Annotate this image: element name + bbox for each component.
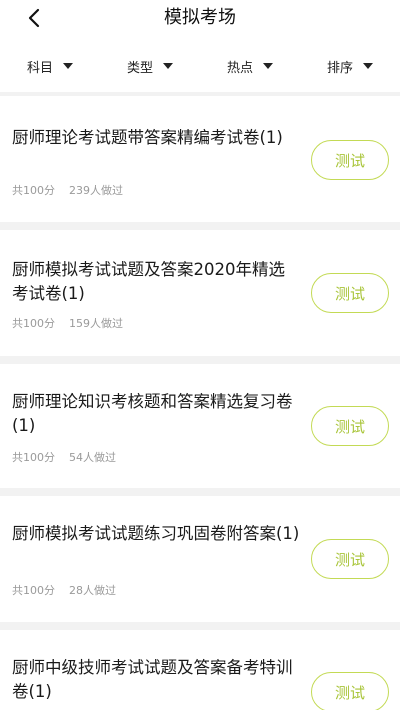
caret-down-icon (63, 63, 73, 69)
exam-taken-count: 28人做过 (69, 584, 116, 597)
exam-meta: 共100分 239人做过 (12, 182, 123, 198)
exam-taken-count: 159人做过 (69, 317, 123, 330)
filter-label: 排序 (326, 60, 353, 76)
exam-card[interactable]: 厨师中级技师考试试题及答案备考特训卷(1) 测试 (0, 630, 400, 710)
test-button[interactable]: 测试 (311, 539, 389, 579)
exam-card[interactable]: 厨师模拟考试试题及答案2020年精选考试卷(1) 共100分 159人做过 测试 (0, 230, 400, 356)
filter-bar: 科目 类型 热点 排序 (0, 50, 400, 82)
exam-title: 厨师理论考试题带答案精编考试卷(1) (12, 128, 283, 147)
exam-card[interactable]: 厨师理论考试题带答案精编考试卷(1) 共100分 239人做过 测试 (0, 96, 400, 222)
exam-meta: 共100分 54人做过 (12, 449, 116, 465)
test-button[interactable]: 测试 (311, 406, 389, 446)
test-button[interactable]: 测试 (311, 140, 389, 180)
caret-down-icon (363, 63, 373, 69)
test-button[interactable]: 测试 (311, 273, 389, 313)
filter-hot[interactable]: 热点 (200, 50, 300, 82)
test-button[interactable]: 测试 (311, 672, 389, 710)
exam-card[interactable]: 厨师模拟考试试题练习巩固卷附答案(1) 共100分 28人做过 测试 (0, 496, 400, 622)
exam-title: 厨师理论知识考核题和答案精选复习卷(1) (12, 392, 293, 435)
filter-label: 科目 (26, 60, 53, 76)
filter-label: 类型 (126, 60, 153, 76)
caret-down-icon (163, 63, 173, 69)
exam-taken-count: 239人做过 (69, 184, 123, 197)
exam-total-score: 共100分 (12, 317, 55, 330)
page-title: 模拟考场 (164, 7, 236, 28)
filter-sort[interactable]: 排序 (300, 50, 400, 82)
filter-label: 热点 (226, 60, 253, 76)
exam-total-score: 共100分 (12, 451, 55, 464)
exam-meta: 共100分 28人做过 (12, 582, 116, 598)
exam-total-score: 共100分 (12, 584, 55, 597)
caret-down-icon (263, 63, 273, 69)
exam-taken-count: 54人做过 (69, 451, 116, 464)
exam-title: 厨师中级技师考试试题及答案备考特训卷(1) (12, 658, 293, 701)
exam-total-score: 共100分 (12, 184, 55, 197)
filter-type[interactable]: 类型 (100, 50, 200, 82)
exam-card[interactable]: 厨师理论知识考核题和答案精选复习卷(1) 共100分 54人做过 测试 (0, 364, 400, 488)
exam-title: 厨师模拟考试试题及答案2020年精选考试卷(1) (12, 260, 285, 303)
exam-title: 厨师模拟考试试题练习巩固卷附答案(1) (12, 524, 300, 543)
filter-subject[interactable]: 科目 (0, 50, 100, 82)
top-bar: 模拟考场 科目 类型 热点 排序 (0, 0, 400, 92)
exam-meta: 共100分 159人做过 (12, 315, 123, 331)
